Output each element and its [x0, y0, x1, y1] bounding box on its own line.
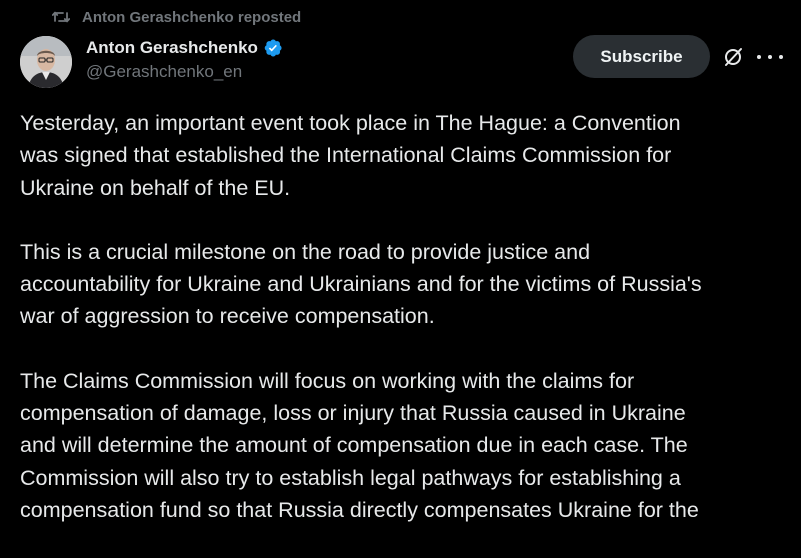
tweet-line: Commission will also try to establish le… [20, 465, 681, 490]
grok-icon[interactable] [721, 45, 745, 69]
repost-text[interactable]: Anton Gerashchenko reposted [82, 9, 301, 26]
tweet-line: war of aggression to receive compensatio… [20, 304, 435, 329]
tweet-paragraph: The Claims Commission will focus on work… [20, 365, 790, 526]
subscribe-button[interactable]: Subscribe [573, 35, 710, 78]
more-dot [757, 55, 761, 59]
tweet-line: compensation of damage, loss or injury t… [20, 401, 686, 426]
user-handle[interactable]: @Gerashchenko_en [86, 62, 283, 82]
avatar[interactable] [20, 36, 72, 88]
tweet-line: accountability for Ukraine and Ukrainian… [20, 272, 702, 297]
tweet-line: Ukraine on behalf of the EU. [20, 175, 291, 200]
tweet-line: This is a crucial milestone on the road … [20, 239, 591, 264]
author-block: Anton Gerashchenko @Gerashchenko_en [86, 36, 283, 82]
repost-icon [52, 9, 70, 25]
tweet-line: was signed that established the Internat… [20, 143, 672, 168]
tweet-line: The Claims Commission will focus on work… [20, 368, 635, 393]
repost-header: Anton Gerashchenko reposted [52, 6, 301, 28]
more-icon[interactable] [757, 45, 783, 69]
tweet-text: Yesterday, an important event took place… [20, 107, 790, 558]
display-name[interactable]: Anton Gerashchenko [86, 38, 258, 58]
more-dot [779, 55, 783, 59]
tweet-line: and will determine the amount of compens… [20, 433, 688, 458]
name-line: Anton Gerashchenko [86, 36, 283, 60]
tweet-paragraph: This is a crucial milestone on the road … [20, 236, 790, 333]
tweet-line: Yesterday, an important event took place… [20, 111, 681, 135]
more-dot [768, 55, 772, 59]
tweet-line: compensation fund so that Russia directl… [20, 497, 699, 522]
tweet-paragraph: Yesterday, an important event took place… [20, 107, 790, 204]
verified-badge-icon[interactable] [263, 38, 283, 58]
